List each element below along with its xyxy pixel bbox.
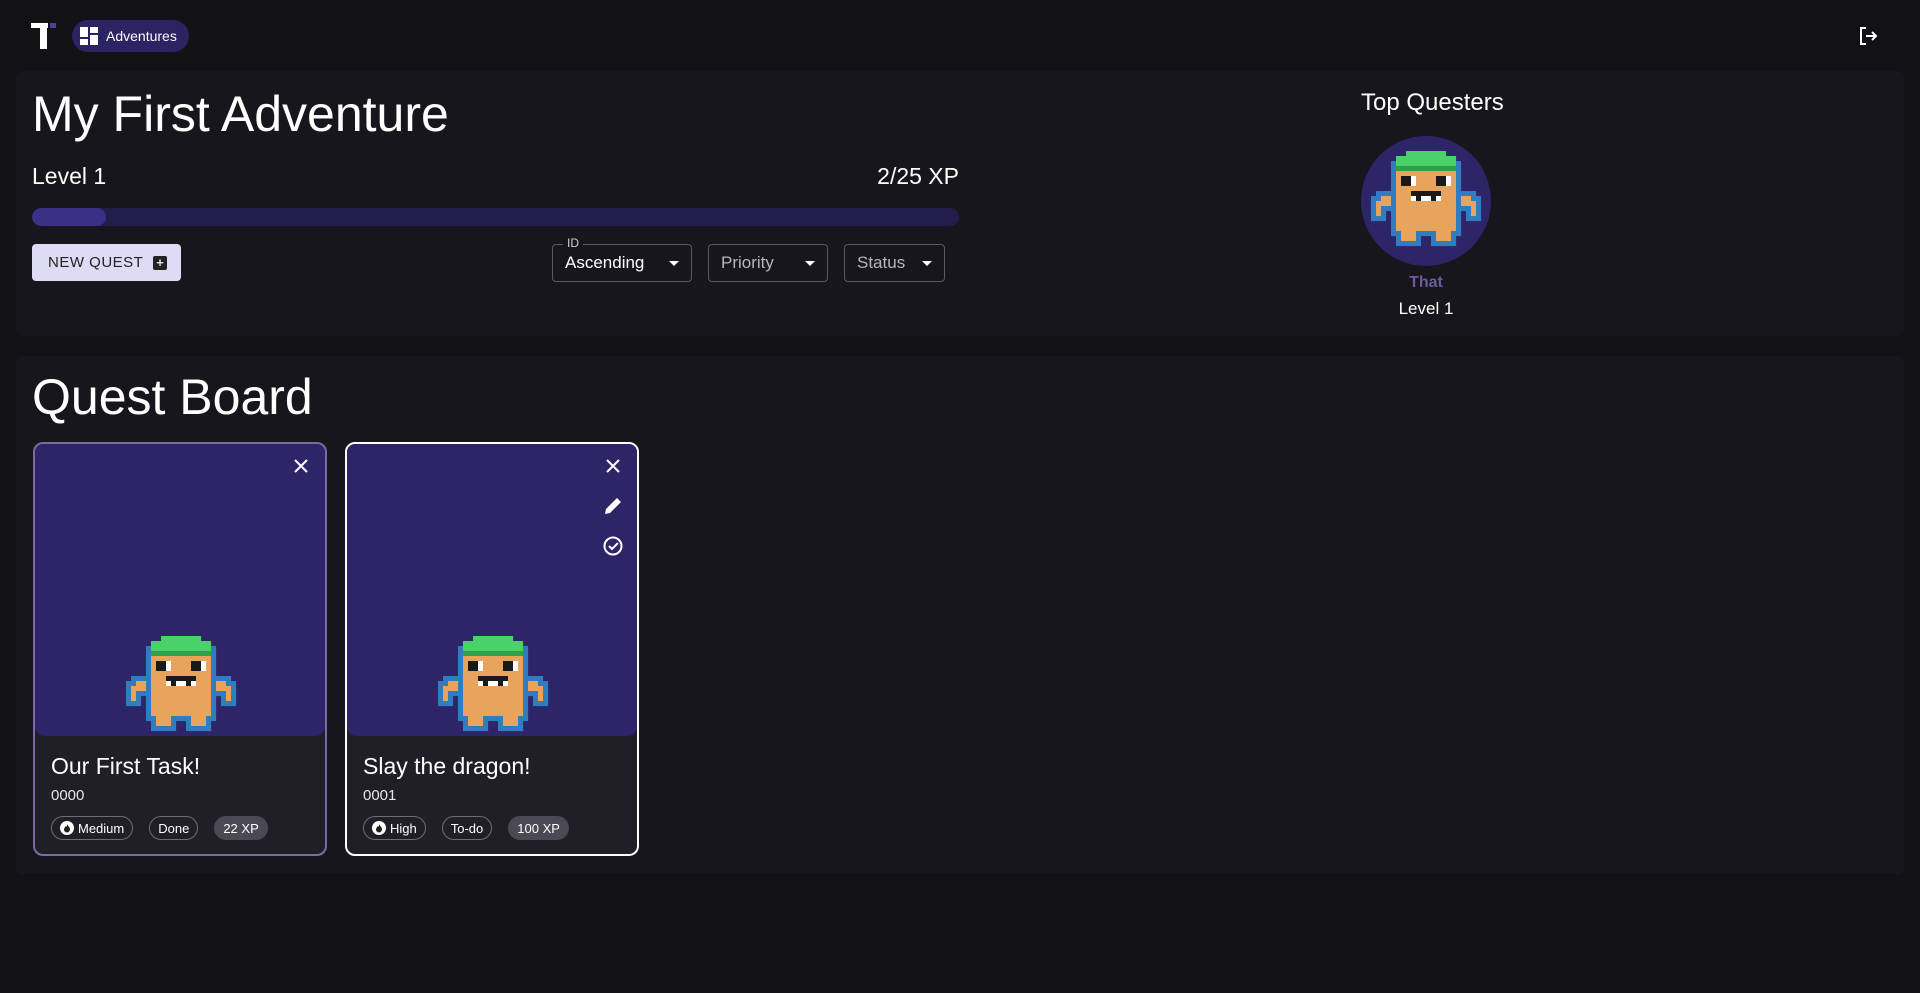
sort-id-value: Ascending: [565, 253, 645, 272]
xp-chip: 100 XP: [508, 816, 569, 840]
dashboard-icon: [80, 27, 98, 45]
flame-icon: [60, 821, 74, 835]
character-sprite: [438, 636, 549, 732]
sort-id-select[interactable]: ID Ascending: [552, 236, 692, 282]
board-title: Quest Board: [32, 369, 313, 425]
new-quest-button[interactable]: NEW QUEST +: [32, 244, 182, 281]
quester-level: Level 1: [1398, 299, 1454, 318]
quest-title: Our First Task!: [51, 753, 201, 779]
adventure-title: My First Adventure: [32, 86, 449, 142]
priority-placeholder: Priority: [721, 253, 774, 272]
xp-label: 100 XP: [517, 820, 560, 836]
nav-adventures-chip[interactable]: Adventures: [72, 20, 189, 52]
status-placeholder: Status: [857, 253, 906, 272]
priority-label: Medium: [78, 820, 125, 836]
status-select[interactable]: Status: [844, 244, 945, 282]
card-actions: [601, 454, 625, 558]
app-logo[interactable]: [31, 23, 57, 49]
quester-name[interactable]: That: [1361, 274, 1491, 292]
chevron-down-icon: [805, 260, 815, 266]
priority-label: High: [390, 820, 417, 836]
priority-select[interactable]: Priority: [708, 244, 828, 282]
quest-chips: Medium Done 22 XP: [51, 816, 268, 840]
xp-chip: 22 XP: [214, 816, 268, 840]
character-sprite: [126, 636, 237, 732]
adventure-level: Level 1: [32, 163, 107, 189]
quest-id: 0001: [363, 787, 397, 804]
nav-adventures-label: Adventures: [106, 28, 177, 44]
priority-chip: Medium: [51, 816, 134, 840]
xp-label: 22 XP: [223, 820, 259, 836]
quest-chips: High To-do 100 XP: [363, 816, 569, 840]
chevron-down-icon: [669, 260, 679, 266]
status-label: Done: [158, 820, 190, 836]
quest-card[interactable]: Slay the dragon! 0001 High To-do 100 XP: [345, 442, 639, 856]
status-chip: To-do: [441, 816, 493, 840]
top-questers-heading: Top Questers: [1361, 89, 1504, 116]
edit-pencil-icon[interactable]: [601, 494, 625, 518]
quest-card-image: [35, 444, 325, 736]
quest-card[interactable]: Our First Task! 0000 Medium Done 22 XP: [33, 442, 327, 856]
sort-id-label: ID: [563, 236, 583, 250]
logout-icon[interactable]: [1856, 24, 1880, 48]
new-quest-label: NEW QUEST: [48, 254, 144, 271]
quest-title: Slay the dragon!: [363, 753, 531, 779]
character-sprite: [1371, 151, 1482, 247]
status-chip: Done: [149, 816, 199, 840]
avatar[interactable]: [1361, 136, 1491, 266]
close-icon[interactable]: [289, 454, 313, 478]
add-box-icon: +: [153, 255, 168, 270]
adventure-xp: 2/25 XP: [877, 163, 959, 189]
adventure-panel: My First Adventure Level 1 2/25 XP NEW Q…: [16, 71, 1904, 336]
top-bar: Adventures: [0, 0, 1920, 70]
check-circle-icon[interactable]: [601, 534, 625, 558]
quest-id: 0000: [51, 787, 85, 804]
close-icon[interactable]: [601, 454, 625, 478]
card-actions: [289, 454, 313, 478]
quest-board-panel: Quest Board Our First Task! 0000 Medium …: [16, 356, 1904, 874]
chevron-down-icon: [922, 260, 932, 266]
xp-progress-fill: [32, 208, 107, 226]
priority-chip: High: [363, 816, 426, 840]
quest-card-image: [347, 444, 637, 736]
status-label: To-do: [450, 820, 484, 836]
xp-progress-bar: [32, 208, 959, 226]
flame-icon: [372, 821, 386, 835]
